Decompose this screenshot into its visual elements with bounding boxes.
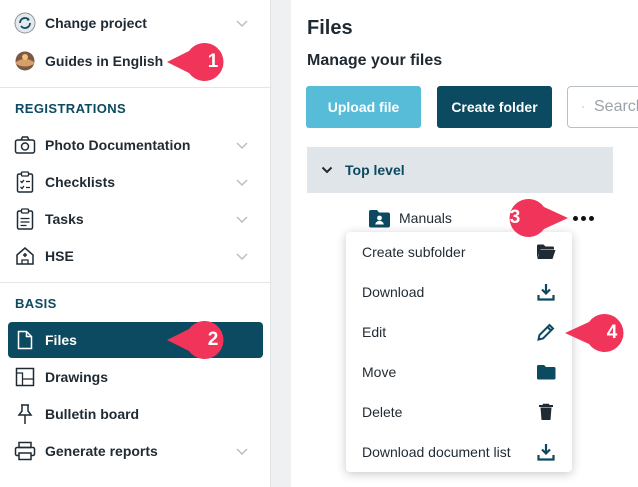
- pencil-icon: [536, 322, 556, 342]
- folder-user-icon: [369, 209, 390, 227]
- chevron-down-icon: [236, 179, 248, 187]
- menu-item-label: Delete: [362, 404, 403, 420]
- menu-item-label: Download: [362, 284, 425, 300]
- menu-item-label: Edit: [362, 324, 387, 340]
- create-folder-button[interactable]: Create folder: [437, 86, 552, 128]
- divider: [0, 282, 270, 283]
- menu-item-label: Create subfolder: [362, 244, 466, 260]
- printer-icon: [14, 440, 36, 462]
- sidebar-item-label: Generate reports: [45, 443, 158, 459]
- chevron-down-icon: [236, 448, 248, 456]
- sidebar-item-label: Checklists: [45, 174, 116, 190]
- chevron-down-icon: [236, 142, 248, 150]
- sidebar-item-drawings[interactable]: Drawings: [8, 359, 263, 395]
- camera-icon: [14, 134, 36, 156]
- checklist-icon: [14, 171, 36, 193]
- context-menu: Create subfolder Download Edit Move Dele…: [346, 232, 572, 472]
- menu-item-download-document-list[interactable]: Download document list: [346, 432, 572, 472]
- callout-number: 3: [509, 207, 521, 228]
- search-box[interactable]: [567, 86, 638, 128]
- chevron-down-icon: [236, 216, 248, 224]
- chevron-down-icon: [236, 20, 248, 28]
- callout-number: 2: [207, 329, 219, 350]
- search-input[interactable]: [592, 97, 638, 117]
- more-options-icon[interactable]: [573, 210, 597, 226]
- basis-heading: BASIS: [15, 296, 57, 311]
- folder-row[interactable]: Manuals: [368, 204, 452, 232]
- menu-item-edit[interactable]: Edit: [346, 312, 572, 352]
- project-avatar: [14, 50, 36, 72]
- change-project-label: Change project: [45, 15, 147, 31]
- menu-item-move[interactable]: Move: [346, 352, 572, 392]
- folder-open-icon: [536, 242, 556, 262]
- page-title: Files: [307, 17, 353, 39]
- chevron-down-icon[interactable]: [321, 164, 333, 176]
- sidebar-item-generate-reports[interactable]: Generate reports: [8, 433, 263, 469]
- callout-4: 4: [563, 313, 633, 353]
- task-icon: [14, 208, 36, 230]
- sidebar-item-label: HSE: [45, 248, 74, 264]
- pin-icon: [14, 403, 36, 425]
- sidebar-item-photo-documentation[interactable]: Photo Documentation: [8, 127, 263, 163]
- download-icon: [536, 282, 556, 302]
- callout-number: 4: [606, 322, 618, 343]
- sidebar-item-label: Tasks: [45, 211, 84, 227]
- callout-1: 1: [165, 42, 233, 82]
- drawing-icon: [14, 366, 36, 388]
- callout-3: 3: [494, 198, 570, 238]
- page-subtitle: Manage your files: [307, 52, 443, 69]
- menu-item-label: Move: [362, 364, 397, 380]
- sidebar-item-tasks[interactable]: Tasks: [8, 201, 263, 237]
- top-level-label: Top level: [345, 162, 405, 178]
- divider: [0, 87, 270, 88]
- menu-item-label: Download document list: [362, 444, 511, 460]
- sidebar-item-label: Bulletin board: [45, 406, 140, 422]
- refresh-icon: [14, 12, 36, 34]
- folder-name: Manuals: [399, 210, 452, 226]
- menu-item-create-subfolder[interactable]: Create subfolder: [346, 232, 572, 272]
- search-icon: [582, 106, 584, 108]
- folder-icon: [536, 362, 556, 382]
- change-project-item[interactable]: Change project: [8, 5, 263, 41]
- sidebar-item-label: Photo Documentation: [45, 137, 191, 153]
- menu-item-download[interactable]: Download: [346, 272, 572, 312]
- sidebar-item-hse[interactable]: HSE: [8, 238, 263, 274]
- chevron-down-icon: [236, 253, 248, 261]
- callout-2: 2: [165, 320, 233, 360]
- sidebar-item-label: Drawings: [45, 369, 109, 385]
- registrations-heading: REGISTRATIONS: [15, 101, 127, 116]
- trash-icon: [536, 402, 556, 422]
- sidebar-item-checklists[interactable]: Checklists: [8, 164, 263, 200]
- top-level-row[interactable]: Top level: [307, 147, 613, 193]
- callout-number: 1: [207, 51, 219, 72]
- house-icon: [14, 245, 36, 267]
- menu-item-delete[interactable]: Delete: [346, 392, 572, 432]
- upload-file-button[interactable]: Upload file: [306, 86, 421, 128]
- file-icon: [14, 329, 36, 351]
- sidebar-item-bulletin-board[interactable]: Bulletin board: [8, 396, 263, 432]
- download-icon: [536, 442, 556, 462]
